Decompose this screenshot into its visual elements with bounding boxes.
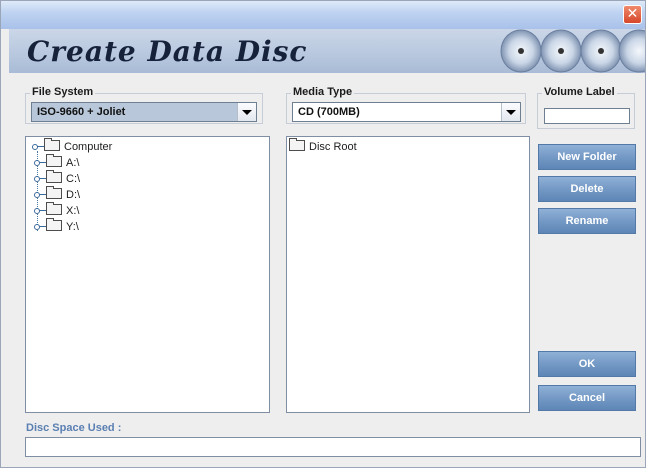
disc-space-used-label: Disc Space Used : (26, 422, 122, 434)
tree-node-drive[interactable]: X:\ (34, 202, 80, 218)
tree-node-disc-root[interactable]: Disc Root (289, 138, 357, 154)
disc-tree-panel[interactable]: Disc Root (286, 136, 530, 413)
folder-icon (46, 218, 62, 231)
file-system-label: File System (30, 86, 96, 98)
folder-icon (46, 154, 62, 167)
banner-title: Create Data Disc (27, 35, 308, 68)
close-button[interactable]: ✕ (623, 5, 642, 24)
tree-node-label: Y:\ (66, 221, 79, 233)
tree-node-computer[interactable]: Computer (32, 138, 113, 154)
delete-button[interactable]: Delete (538, 176, 636, 202)
file-system-value: ISO-9660 + Joliet (37, 106, 126, 118)
media-type-select[interactable]: CD (700MB) (292, 102, 521, 122)
folder-icon (289, 138, 305, 151)
volume-label-group: Volume Label (537, 86, 635, 129)
folder-icon (46, 170, 62, 183)
tree-node-drive[interactable]: C:\ (34, 170, 81, 186)
cancel-button[interactable]: Cancel (538, 385, 636, 411)
tree-node-label: D:\ (66, 189, 81, 201)
tree-node-label: X:\ (66, 205, 80, 217)
media-type-label: Media Type (291, 86, 355, 98)
expand-key-icon[interactable] (34, 207, 46, 217)
close-icon[interactable]: ✕ (627, 6, 639, 22)
disc-space-used-bar (25, 437, 641, 457)
new-folder-button[interactable]: New Folder (538, 144, 636, 170)
chevron-down-icon[interactable] (501, 103, 520, 121)
expand-key-icon[interactable] (34, 191, 46, 201)
expand-key-icon[interactable] (34, 223, 46, 233)
rename-button[interactable]: Rename (538, 208, 636, 234)
file-system-group: File System ISO-9660 + Joliet (25, 86, 263, 124)
tree-node-label: A:\ (66, 157, 80, 169)
tree-node-drive[interactable]: A:\ (34, 154, 80, 170)
create-data-disc-window: ✕ Create Data Disc File System ISO-9660 (0, 0, 646, 468)
tree-node-label: Disc Root (309, 141, 357, 153)
volume-label-label: Volume Label (542, 86, 617, 98)
expand-key-icon[interactable] (34, 159, 46, 169)
ok-button[interactable]: OK (538, 351, 636, 377)
tree-node-label: Computer (64, 141, 113, 153)
expand-key-icon[interactable] (34, 175, 46, 185)
tree-node-drive[interactable]: Y:\ (34, 218, 79, 234)
source-tree-panel[interactable]: Computer A:\ C:\ D:\ X:\ Y:\ (25, 136, 270, 413)
volume-label-input[interactable] (544, 108, 630, 124)
expand-key-icon[interactable] (32, 143, 44, 153)
title-bar[interactable]: ✕ (1, 1, 645, 29)
tree-node-label: C:\ (66, 173, 81, 185)
tree-node-drive[interactable]: D:\ (34, 186, 81, 202)
media-type-value: CD (700MB) (298, 106, 360, 118)
folder-icon (44, 138, 60, 151)
disc-graphic-icon (500, 29, 645, 73)
chevron-down-icon[interactable] (237, 103, 256, 121)
media-type-group: Media Type CD (700MB) (286, 86, 526, 124)
folder-icon (46, 202, 62, 215)
file-system-select[interactable]: ISO-9660 + Joliet (31, 102, 257, 122)
folder-icon (46, 186, 62, 199)
banner: Create Data Disc (9, 29, 645, 73)
